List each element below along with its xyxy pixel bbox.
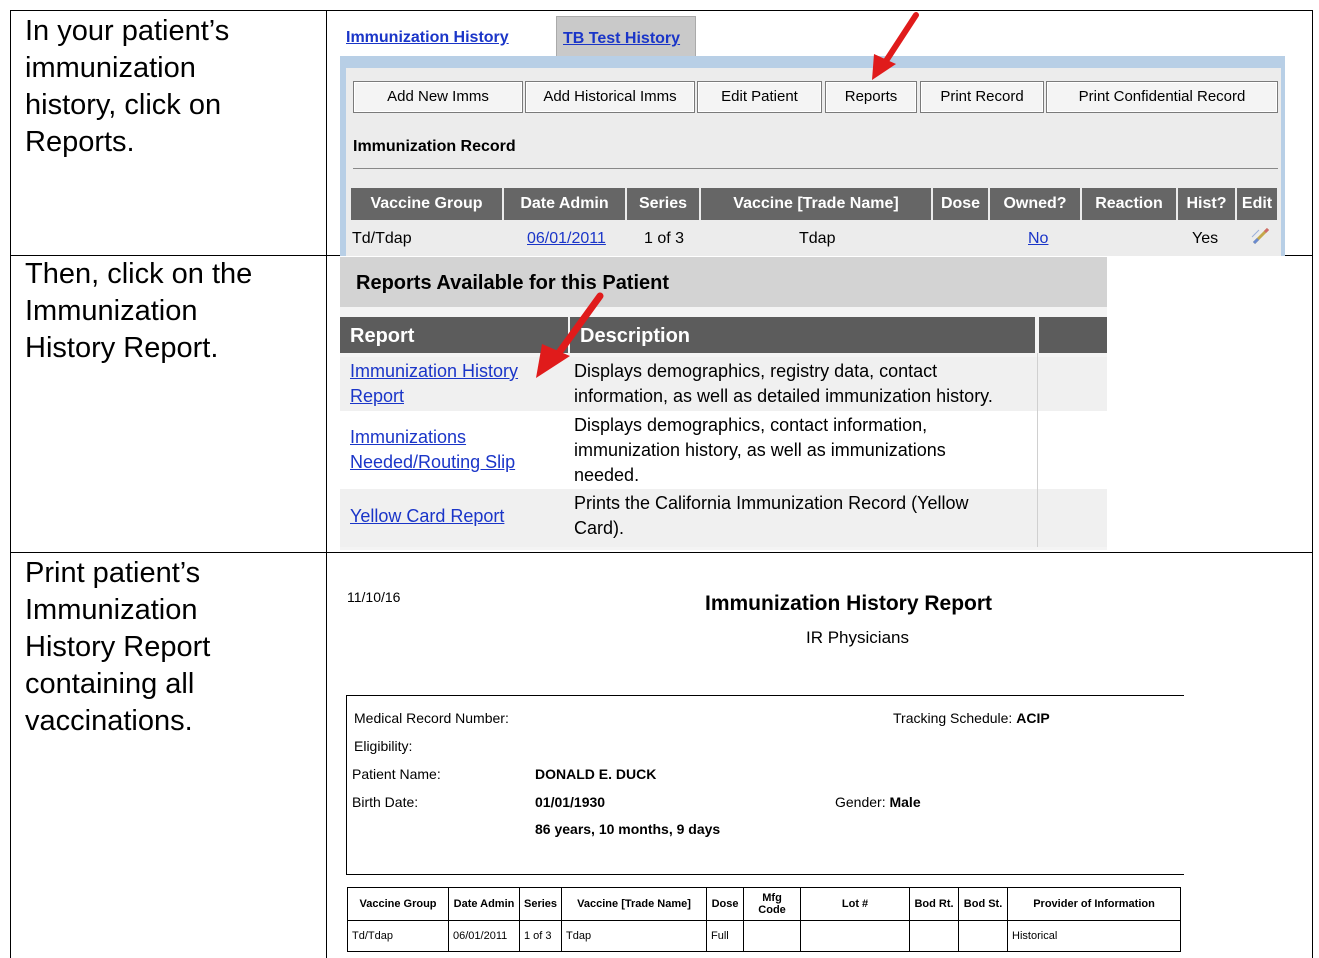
instruction-step-1: In your patient’s immunization history, … [25, 15, 230, 158]
date-admin-link[interactable]: 06/01/2011 [527, 228, 606, 250]
history-panel: Add New Imms Add Historical Imms Edit Pa… [340, 56, 1285, 256]
cell: Historical [1007, 920, 1182, 952]
table-row: Td/Tdap 06/01/2011 1 of 3 Tdap Full Hist… [347, 920, 1182, 952]
red-arrow-icon [536, 292, 604, 378]
instruction-step-2: Then, click on the Immunization History … [25, 258, 253, 364]
patient-name: DONALD E. DUCK [535, 766, 657, 782]
table-border-row2 [10, 552, 1313, 553]
immunizations-needed-link[interactable]: Immunizations Needed/Routing Slip [350, 425, 560, 475]
th-provider: Provider of Information [1007, 887, 1182, 921]
add-historical-imms-button[interactable]: Add Historical Imms [525, 81, 695, 113]
th-trade-name: Vaccine [Trade Name] [561, 887, 708, 921]
col-description: Description [570, 317, 1037, 353]
reports-button[interactable]: Reports [825, 81, 917, 113]
col-series: Series [627, 188, 701, 220]
medical-record-label: Medical Record Number: [354, 710, 509, 726]
col-vaccine-group: Vaccine Group [351, 188, 504, 220]
table-border-right [1312, 10, 1313, 958]
divider [353, 168, 1278, 169]
report-subtitle: IR Physicians [806, 628, 909, 647]
cell: 06/01/2011 [448, 920, 520, 952]
gender: Gender: Male [835, 794, 921, 810]
yellow-card-report-link[interactable]: Yellow Card Report [350, 504, 560, 529]
col-vaccine-trade-name: Vaccine [Trade Name] [701, 188, 933, 220]
table-border-top [10, 10, 1313, 11]
birth-date: 01/01/1930 [535, 794, 606, 810]
th-lot: Lot # [800, 887, 911, 921]
reports-available-panel: Reports Available for this Patient Repor… [340, 257, 1107, 550]
cell [743, 920, 802, 952]
cell: Tdap [561, 920, 708, 952]
cell: Td/Tdap [347, 920, 449, 952]
th-bod-st: Bod St. [958, 887, 1009, 921]
col-hist: Hist? [1178, 188, 1237, 220]
col-edit: Edit [1237, 188, 1277, 220]
cell-series: 1 of 3 [644, 230, 685, 247]
red-arrow-icon [872, 12, 919, 80]
th-mfg-code: Mfg Code [743, 887, 802, 921]
list-item: Yellow Card Report Prints the California… [340, 489, 1107, 547]
th-vaccine-group: Vaccine Group [347, 887, 449, 921]
patient-name-label: Patient Name: [352, 766, 441, 782]
cell [958, 920, 1009, 952]
table-header-row: Vaccine Group Date Admin Series Vaccine … [347, 887, 1182, 921]
birth-date-label: Birth Date: [352, 794, 419, 810]
edit-patient-button[interactable]: Edit Patient [697, 81, 822, 113]
tracking-schedule: Tracking Schedule: ACIP [893, 710, 1050, 726]
patient-age: 86 years, 10 months, 9 days [535, 821, 721, 837]
column-divider [1037, 353, 1038, 547]
list-item: Immunization History Report Displays dem… [340, 357, 1107, 411]
print-record-button[interactable]: Print Record [920, 81, 1044, 113]
cell-vaccine-group: Td/Tdap [352, 230, 412, 247]
report-title: Immunization History Report [705, 592, 993, 615]
owned-link[interactable]: No [1028, 228, 1048, 250]
table-border-middle [326, 10, 327, 958]
table-border-left [10, 10, 11, 958]
report-description: Displays demographics, contact informati… [574, 415, 946, 485]
eligibility-label: Eligibility: [354, 738, 413, 754]
immunization-record-title: Immunization Record [353, 138, 516, 155]
cell: Full [706, 920, 745, 952]
col-dose: Dose [933, 188, 990, 220]
report-date: 11/10/16 [347, 589, 401, 605]
list-item: Immunizations Needed/Routing Slip Displa… [340, 411, 1107, 489]
cell: 1 of 3 [518, 920, 563, 952]
vaccination-table: Vaccine Group Date Admin Series Vaccine … [347, 887, 1182, 952]
col-date-admin: Date Admin [504, 188, 627, 220]
tab-immunization-history[interactable]: Immunization History [340, 16, 530, 56]
reports-heading: Reports Available for this Patient [340, 257, 1107, 307]
th-series: Series [518, 887, 563, 921]
col-blank [1039, 317, 1107, 353]
cell [909, 920, 960, 952]
tab-tb-test-history[interactable]: TB Test History [556, 16, 696, 56]
tab-bar: Immunization History TB Test History [340, 16, 1285, 56]
add-new-imms-button[interactable]: Add New Imms [353, 81, 523, 113]
print-confidential-record-button[interactable]: Print Confidential Record [1046, 81, 1278, 113]
instruction-step-3: Print patient’s Immunization History Rep… [25, 557, 211, 737]
col-owned: Owned? [990, 188, 1082, 220]
report-description: Displays demographics, registry data, co… [574, 361, 993, 406]
immunization-history-screen: Immunization History TB Test History Add… [340, 16, 1285, 256]
history-panel-inner: Add New Imms Add Historical Imms Edit Pa… [346, 68, 1281, 256]
cell-hist: Yes [1192, 230, 1219, 247]
col-reaction: Reaction [1082, 188, 1178, 220]
report-description: Prints the California Immunization Recor… [574, 493, 969, 538]
th-date-admin: Date Admin [448, 887, 520, 921]
cell [800, 920, 911, 952]
th-bod-rt: Bod Rt. [909, 887, 960, 921]
cell-trade-name: Tdap [799, 230, 836, 247]
pencil-icon[interactable] [1250, 225, 1272, 247]
th-dose: Dose [706, 887, 745, 921]
